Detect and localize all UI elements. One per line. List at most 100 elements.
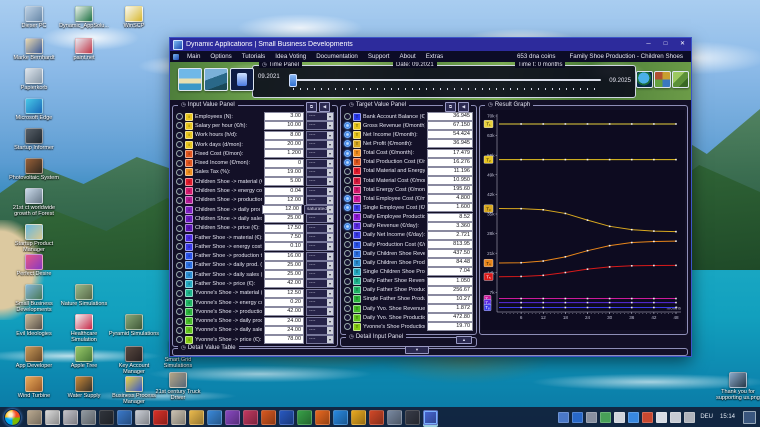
input-row-value-field[interactable]: 5.00 <box>264 177 304 186</box>
chevron-down-icon[interactable]: ▾ <box>327 178 333 185</box>
input-row-value-field[interactable]: 19.00 <box>264 168 304 177</box>
chevron-down-icon[interactable]: ▾ <box>327 299 333 306</box>
chevron-down-icon[interactable]: ▾ <box>327 290 333 297</box>
target-row-value-field[interactable]: 1.600 <box>427 203 473 212</box>
desktop-icon-apple-tree[interactable]: Apple Tree <box>58 346 110 369</box>
target-panel-export-button[interactable]: ⧉ <box>445 102 456 112</box>
input-row-radio[interactable] <box>176 327 183 334</box>
target-row-value-field[interactable]: 54.424 <box>427 130 473 139</box>
input-row-radio[interactable] <box>176 271 183 278</box>
input-row-value-field[interactable]: 8.00 <box>264 131 304 140</box>
input-row-radio[interactable] <box>176 206 183 213</box>
desktop-icon-perfect-desire[interactable]: Perfect Desire <box>8 254 60 277</box>
input-row-radio[interactable] <box>176 197 183 204</box>
close-button[interactable]: ✕ <box>674 38 691 51</box>
input-row-value-field[interactable]: 16.00 <box>264 252 304 261</box>
input-row-mode-dropdown[interactable]: ----▾ <box>306 307 334 316</box>
input-row-radio[interactable] <box>176 299 183 306</box>
target-row-radio[interactable] <box>344 214 351 221</box>
target-row-value-field[interactable]: 7.04 <box>427 267 473 276</box>
target-row-value-field[interactable]: 437.50 <box>427 249 473 258</box>
menu-item-extras[interactable]: Extras <box>421 53 449 60</box>
pinned-app-dark[interactable] <box>405 410 420 425</box>
input-row-mode-dropdown[interactable]: ----▾ <box>306 233 334 242</box>
input-row-value-field[interactable]: 42.00 <box>264 279 304 288</box>
pinned-app-photos[interactable] <box>117 410 132 425</box>
target-row-radio[interactable] <box>344 259 351 266</box>
input-row-mode-dropdown[interactable]: ----▾ <box>306 270 334 279</box>
input-row-mode-dropdown[interactable]: ----▾ <box>306 214 334 223</box>
target-row-radio[interactable] <box>344 204 351 211</box>
target-row-value-field[interactable]: 813.95 <box>427 240 473 249</box>
desktop-icon-wind-turbine[interactable]: Wind Turbine <box>8 376 60 399</box>
input-row-radio[interactable] <box>176 160 183 167</box>
input-row-mode-dropdown[interactable]: ----▾ <box>306 140 334 149</box>
input-row-radio[interactable] <box>176 169 183 176</box>
tray-edge[interactable] <box>572 412 583 423</box>
input-row-radio[interactable] <box>176 234 183 241</box>
pinned-app-settings[interactable] <box>45 410 60 425</box>
target-row-radio[interactable] <box>344 186 351 193</box>
exit-door-button[interactable] <box>230 68 254 91</box>
target-row-value-field[interactable]: 84.48 <box>427 258 473 267</box>
target-row-radio[interactable] <box>344 150 351 157</box>
menu-item-tutorials[interactable]: Tutorials <box>237 53 271 60</box>
desktop-icon-dynamic-appsolu[interactable]: Dynamic_AppSolu... <box>58 6 110 29</box>
target-row-radio[interactable] <box>344 287 351 294</box>
tray-volume[interactable] <box>684 412 695 423</box>
input-row-radio[interactable] <box>176 141 183 148</box>
input-row-mode-dropdown[interactable]: ----▾ <box>306 187 334 196</box>
input-row-mode-dropdown[interactable]: ----▾ <box>306 168 334 177</box>
chevron-down-icon[interactable]: ▾ <box>327 206 333 213</box>
target-row-value-field[interactable]: 2.721 <box>427 231 473 240</box>
target-row-radio[interactable] <box>344 323 351 330</box>
desktop-icon-microsoft-edge[interactable]: Microsoft Edge <box>8 98 60 121</box>
input-row-mode-dropdown[interactable]: ----▾ <box>306 224 334 233</box>
input-row-value-field[interactable]: 12.50 <box>264 289 304 298</box>
detail-input-expand-button[interactable]: ▲ <box>456 336 472 344</box>
chevron-down-icon[interactable]: ▾ <box>327 280 333 287</box>
desktop-icon-app-developer[interactable]: App Developer <box>8 346 60 369</box>
target-row-radio[interactable] <box>344 278 351 285</box>
input-row-radio[interactable] <box>176 150 183 157</box>
input-row-radio[interactable] <box>176 290 183 297</box>
target-row-value-field[interactable]: 36.945 <box>427 112 473 121</box>
chevron-down-icon[interactable]: ▾ <box>327 141 333 148</box>
chevron-down-icon[interactable]: ▾ <box>327 150 333 157</box>
language-indicator[interactable]: DEU <box>698 414 715 420</box>
pinned-app-doc[interactable] <box>135 410 150 425</box>
desktop-icon-small-business-developments[interactable]: Small Business Developments <box>8 284 60 313</box>
input-row-value-field[interactable]: 17.50 <box>264 224 304 233</box>
target-row-radio[interactable] <box>344 305 351 312</box>
input-row-value-field[interactable]: 3.00 <box>264 112 304 121</box>
tray-app-blue[interactable] <box>558 412 569 423</box>
time-slider-handle[interactable] <box>289 74 297 87</box>
target-row-value-field[interactable]: 1.050 <box>427 277 473 286</box>
chevron-down-icon[interactable]: ▾ <box>327 188 333 195</box>
input-row-mode-dropdown[interactable]: ----▾ <box>306 196 334 205</box>
menu-item-about[interactable]: About <box>395 53 421 60</box>
desktop-icon-pyramid-simulations[interactable]: Pyramid Simulations <box>108 314 160 337</box>
chevron-down-icon[interactable]: ▾ <box>327 327 333 334</box>
input-row-radio[interactable] <box>176 262 183 269</box>
input-panel-collapse-button[interactable]: ◀ <box>319 102 330 112</box>
input-row-mode-dropdown[interactable]: ----▾ <box>306 289 334 298</box>
input-row-mode-dropdown[interactable]: ----▾ <box>306 317 334 326</box>
desktop-icon-startup-informer[interactable]: Startup Informer <box>8 128 60 151</box>
target-row-value-field[interactable]: 3.360 <box>427 222 473 231</box>
input-row-radio[interactable] <box>176 308 183 315</box>
pinned-app-yellow[interactable] <box>351 410 366 425</box>
pinned-app-orange-w[interactable] <box>261 410 276 425</box>
input-row-radio[interactable] <box>176 132 183 139</box>
target-row-value-field[interactable]: 4.800 <box>427 194 473 203</box>
input-row-value-field[interactable]: 0.10 <box>264 242 304 251</box>
target-row-value-field[interactable]: 67.150 <box>427 121 473 130</box>
pinned-app-blue-photo[interactable] <box>207 410 222 425</box>
input-panel-export-button[interactable]: ⧉ <box>306 102 317 112</box>
chevron-down-icon[interactable]: ▾ <box>327 243 333 250</box>
tray-green[interactable] <box>600 412 611 423</box>
target-row-radio[interactable] <box>344 314 351 321</box>
active-app-dynamic-applications[interactable] <box>423 410 438 425</box>
input-row-radio[interactable] <box>176 336 183 343</box>
menu-item-support[interactable]: Support <box>363 53 395 60</box>
